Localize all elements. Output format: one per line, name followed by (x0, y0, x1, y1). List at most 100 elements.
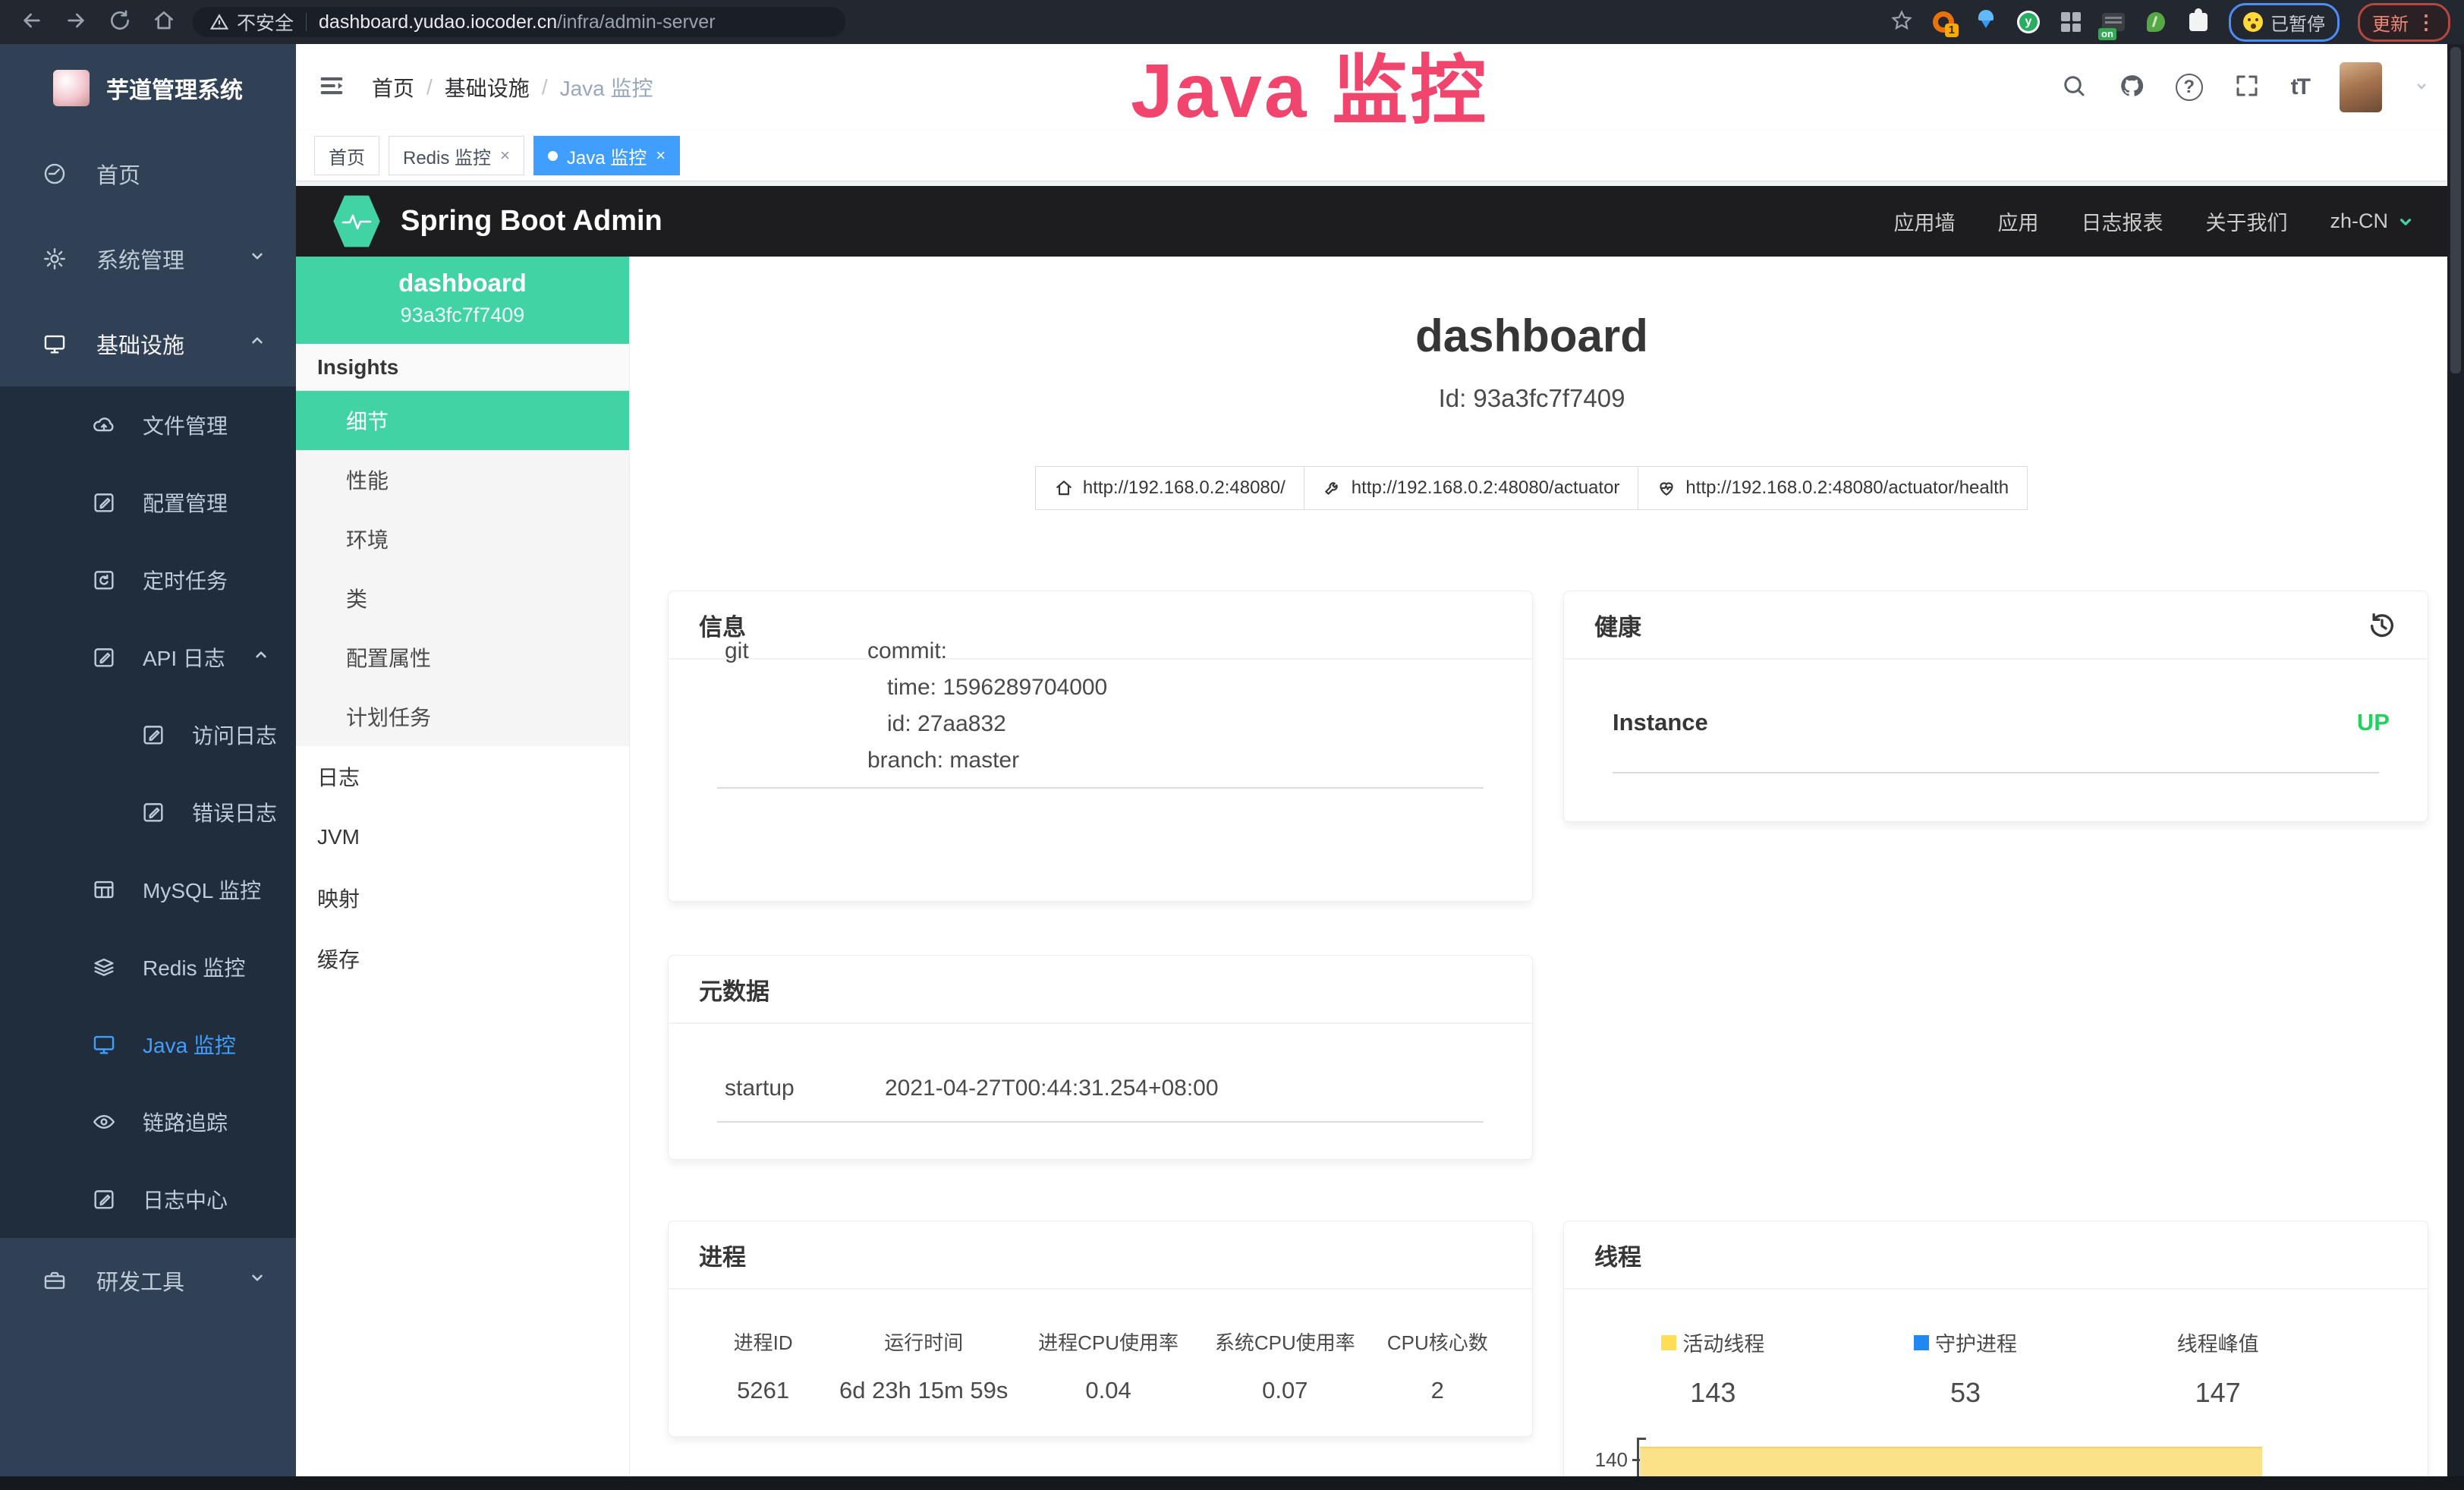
extension-grid-icon[interactable] (2059, 10, 2083, 34)
help-icon[interactable]: ? (2176, 74, 2203, 101)
tab-redis-monitor[interactable]: Redis 监控× (389, 136, 524, 175)
sba-item-metrics[interactable]: 性能 (296, 450, 629, 509)
y-axis-tick: 140 (1564, 1448, 1628, 1472)
service-url-button[interactable]: http://192.168.0.2:48080/ (1035, 466, 1304, 510)
process-value: 5261 (699, 1377, 827, 1404)
chrome-update-button[interactable]: 更新⋮ (2358, 3, 2450, 42)
extension-leaf-icon[interactable] (2144, 10, 2168, 34)
caret-down-icon[interactable] (2412, 77, 2431, 99)
sba-item-environment[interactable]: 环境 (296, 509, 629, 569)
extension-y-icon[interactable]: y (2016, 10, 2041, 34)
sba-item-details[interactable]: 细节 (296, 391, 629, 450)
sba-item-jvm[interactable]: JVM (296, 807, 629, 868)
process-header: 进程CPU使用率 (1020, 1328, 1197, 1356)
chevron-down-icon (2396, 212, 2415, 232)
sba-nav-applications[interactable]: 应用 (1997, 206, 2038, 236)
sba-item-logs[interactable]: 日志 (296, 746, 629, 807)
fullscreen-icon[interactable] (2233, 72, 2261, 103)
sba-nav-about[interactable]: 关于我们 (2205, 206, 2287, 236)
sidebar-item-mysql-monitor[interactable]: MySQL 监控 (0, 851, 296, 928)
sidebar-item-tracing[interactable]: 链路追踪 (0, 1083, 296, 1161)
tab-home[interactable]: 首页 (314, 136, 379, 175)
url-separator (306, 13, 307, 31)
extension-orange-icon[interactable]: 1 (1931, 10, 1956, 34)
history-icon[interactable] (2367, 610, 2397, 640)
sba-language-select[interactable]: zh-CN (2330, 209, 2415, 233)
breadcrumb-home[interactable]: 首页 (372, 72, 414, 102)
process-header: 运行时间 (827, 1328, 1020, 1356)
sidebar-item-dev-tools[interactable]: 研发工具 (0, 1238, 296, 1323)
process-header: 系统CPU使用率 (1197, 1328, 1374, 1356)
wrench-icon (1323, 478, 1342, 498)
actuator-url-button[interactable]: http://192.168.0.2:48080/actuator (1304, 466, 1639, 510)
sba-nav-wallboard[interactable]: 应用墙 (1893, 206, 1955, 236)
sidebar-item-system[interactable]: 系统管理 (0, 216, 296, 301)
chevron-up-icon (247, 331, 267, 357)
scrollbar-thumb[interactable] (2450, 47, 2461, 373)
page-id: Id: 93a3fc7f7409 (630, 384, 2434, 413)
gear-icon (42, 246, 68, 272)
card-info-title: 信息 (699, 608, 746, 642)
sidebar-item-java-monitor[interactable]: Java 监控 (0, 1006, 296, 1083)
browser-scrollbar[interactable] (2447, 44, 2464, 1490)
bookmark-star-icon[interactable] (1890, 9, 1913, 36)
sidebar-item-infra[interactable]: 基础设施 (0, 301, 296, 386)
browser-menu-icon: ⋮ (2416, 11, 2436, 34)
layers-icon (91, 954, 117, 980)
eye-icon (91, 1109, 117, 1135)
sba-item-config-props[interactable]: 配置属性 (296, 628, 629, 687)
address-bar[interactable]: 不安全 dashboard.yudao.iocoder.cn /infra/ad… (193, 7, 845, 37)
url-host[interactable]: dashboard.yudao.iocoder.cn (319, 11, 557, 33)
extension-pin-icon[interactable] (1974, 10, 1998, 34)
close-icon[interactable]: × (656, 146, 666, 165)
sba-item-caches[interactable]: 缓存 (296, 928, 629, 989)
home-icon[interactable] (152, 8, 176, 36)
sba-logo-icon[interactable] (332, 194, 381, 249)
sidebar-item-redis-monitor[interactable]: Redis 监控 (0, 928, 296, 1006)
extension-on-icon[interactable]: on (2101, 10, 2126, 34)
edit-square-icon (140, 722, 166, 748)
extension-puzzle-icon[interactable] (2186, 10, 2211, 34)
sba-nav-journal[interactable]: 日志报表 (2081, 206, 2163, 236)
sba-item-classes[interactable]: 类 (296, 569, 629, 628)
profile-paused-chip[interactable]: 已暂停 (2229, 3, 2340, 42)
card-process-title: 进程 (699, 1238, 746, 1272)
avatar[interactable] (2340, 62, 2382, 112)
sidebar-item-api-log[interactable]: API 日志 (0, 619, 296, 696)
process-value: 0.07 (1197, 1377, 1374, 1404)
info-line: time: 1596289704000 (887, 675, 1107, 701)
sidebar-item-access-log[interactable]: 访问日志 (0, 696, 296, 773)
forward-icon[interactable] (64, 8, 88, 36)
sidebar-item-config-manage[interactable]: 配置管理 (0, 464, 296, 541)
sba-content: dashboard Id: 93a3fc7f7409 http://192.16… (630, 257, 2464, 1476)
health-instance-label: Instance (1613, 709, 1708, 736)
breadcrumb-infra[interactable]: 基础设施 (445, 72, 530, 102)
sba-item-scheduled-tasks[interactable]: 计划任务 (296, 687, 629, 746)
search-icon[interactable] (2060, 72, 2088, 103)
metadata-key: startup (725, 1076, 795, 1101)
timer-icon (91, 567, 117, 593)
sidebar-item-file-manage[interactable]: 文件管理 (0, 386, 296, 464)
briefcase-icon (42, 1268, 68, 1293)
sba-instance-header[interactable]: dashboard 93a3fc7f7409 (296, 257, 629, 344)
app-logo[interactable]: 芋道管理系统 (0, 44, 296, 131)
font-size-icon[interactable]: tT (2291, 74, 2309, 100)
health-url-button[interactable]: http://192.168.0.2:48080/actuator/health (1638, 466, 2028, 510)
sidebar-item-error-log[interactable]: 错误日志 (0, 773, 296, 851)
sidebar-item-home[interactable]: 首页 (0, 131, 296, 216)
security-label[interactable]: 不安全 (237, 8, 294, 36)
y-axis-line (1637, 1438, 1639, 1476)
github-icon[interactable] (2118, 72, 2145, 103)
card-threads: 线程 活动线程 143 守护进程 53 (1563, 1221, 2428, 1476)
reload-icon[interactable] (108, 8, 132, 36)
monitor-icon (42, 331, 68, 357)
hamburger-icon[interactable] (317, 71, 346, 104)
close-icon[interactable]: × (500, 146, 510, 165)
back-icon[interactable] (20, 8, 44, 36)
sba-item-mappings[interactable]: 映射 (296, 868, 629, 928)
window-bottom-edge (0, 1476, 2464, 1490)
url-path[interactable]: /infra/admin-server (557, 11, 715, 33)
sidebar-item-scheduled-jobs[interactable]: 定时任务 (0, 541, 296, 619)
tab-java-monitor[interactable]: Java 监控× (533, 136, 680, 175)
sidebar-item-log-center[interactable]: 日志中心 (0, 1161, 296, 1238)
